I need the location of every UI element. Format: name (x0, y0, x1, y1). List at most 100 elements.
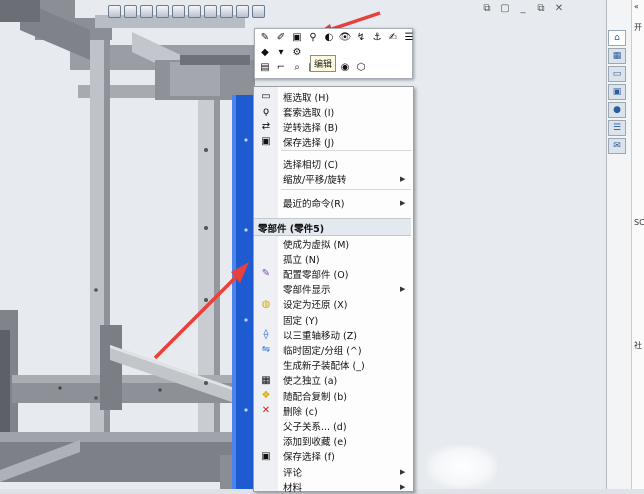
custom-properties-icon[interactable]: ☰ (608, 120, 626, 136)
side-label-community: 社 (634, 341, 642, 350)
menu-item[interactable]: ⇄ 逆转选择 (B) (254, 119, 411, 134)
menu-item[interactable]: 固定 (Y) (254, 312, 411, 327)
appearance-icon[interactable]: ◆ (258, 46, 272, 59)
minimize-button[interactable]: _ (518, 3, 528, 14)
section-view-icon[interactable] (156, 4, 169, 18)
view-palette-icon[interactable]: ▣ (608, 84, 626, 100)
appearances-icon[interactable]: ● (608, 102, 626, 118)
menu-separator (281, 189, 411, 190)
menu-item[interactable]: ▦ 使之独立 (a) (254, 373, 411, 388)
edit-component-icon[interactable]: ⚲ (306, 31, 320, 44)
assembly-icon[interactable]: ⚙ (290, 46, 304, 59)
menu-item[interactable]: ✎ 配置零部件 (O) (254, 266, 411, 281)
dissolve-icon: ▦ (261, 374, 271, 386)
tile-window-button[interactable]: ⧉ (482, 3, 492, 14)
menu-item[interactable]: 生成新子装配体 (_) (254, 358, 411, 373)
submenu-arrow-icon: ▶ (400, 198, 406, 207)
menu-item[interactable]: 最近的命令(R) ▶ (254, 195, 411, 210)
hide-show-icon[interactable] (204, 4, 217, 18)
menu-item[interactable]: 材料 ▶ (254, 479, 411, 494)
menu-item[interactable]: 零部件显示 ▶ (254, 282, 411, 297)
zoom-to-fit-icon[interactable] (108, 4, 121, 18)
menu-item[interactable]: ✕ 删除 (c) (254, 403, 411, 418)
sketch-icon[interactable]: ✐ (274, 31, 288, 44)
menu-item[interactable]: 父子关系... (d) (254, 418, 411, 433)
side-label-sc: SC (634, 218, 644, 227)
restore-button[interactable]: ⧉ (536, 3, 546, 14)
menu-item-label: 使之独立 (a) (283, 376, 338, 388)
menu-item[interactable]: ❖ 随配合复制 (b) (254, 388, 411, 403)
menu-section-header: 零部件 (零件5) (254, 218, 411, 236)
home-icon[interactable]: ⌂ (608, 30, 626, 46)
dropdown-icon[interactable]: ▾ (274, 46, 288, 59)
open-part-icon[interactable]: ▤ (258, 61, 272, 74)
attach-icon[interactable]: ⚓ (370, 31, 384, 44)
copy-mates-icon: ❖ (261, 390, 271, 401)
forum-icon[interactable]: ✉ (608, 138, 626, 154)
menu-item[interactable]: ⟠ 以三重轴移动 (Z) (254, 327, 411, 342)
task-pane-content: « 开 SC 社 (631, 0, 644, 489)
menu-item[interactable]: ◍ 设定为还原 (X) (254, 297, 411, 312)
menu-item[interactable]: 评论 ▶ (254, 464, 411, 479)
menu-item-label: 删除 (c) (283, 406, 318, 418)
edit-appearance-icon[interactable] (220, 4, 233, 18)
box-select-icon: ▭ (261, 91, 271, 102)
side-label-start: 开 (634, 23, 642, 32)
zoom-to-selection-icon[interactable]: ⌕ (290, 61, 304, 74)
menu-item[interactable]: ϙ 套索选取 (I) (254, 104, 411, 119)
menu-item[interactable]: 缩放/平移/旋转 ▶ (254, 171, 411, 186)
cube-icon[interactable]: ⬡ (354, 61, 368, 74)
menu-item-label: 使成为虚拟 (M) (283, 239, 350, 251)
menu-item-label: 材料 (283, 482, 303, 494)
previous-view-icon[interactable] (140, 4, 153, 18)
menu-item-label: 孤立 (N) (283, 254, 320, 266)
orbit-icon[interactable]: ◉ (338, 61, 352, 74)
menu-item-label: 框选取 (H) (283, 92, 330, 104)
note-icon[interactable]: ✍ (386, 31, 400, 44)
menu-item[interactable]: ▣ 保存选择 (f) (254, 449, 411, 464)
menu-item[interactable]: 孤立 (N) (254, 251, 411, 266)
tooltip: 编辑 (310, 55, 337, 72)
menu-item-label: 配置零部件 (O) (283, 269, 349, 281)
menu-item[interactable]: 添加到收藏 (e) (254, 434, 411, 449)
apply-scene-icon[interactable] (236, 4, 249, 18)
collapse-icon[interactable]: « (634, 2, 644, 14)
menu-item-label: 保存选择 (J) (283, 137, 335, 149)
menu-item[interactable]: 使成为虚拟 (M) (254, 236, 411, 251)
menu-item-label: 零部件显示 (283, 285, 331, 297)
properties-icon[interactable]: ☰ (402, 31, 416, 44)
menu-item-label: 随配合复制 (b) (283, 391, 347, 403)
context-menu: ▭ 框选取 (H) ϙ 套索选取 (I) ⇄ 逆转选择 (B) ▣ 保存选择 (J) 选择相切 … (253, 86, 414, 494)
edit-feature-icon[interactable]: ▣ (290, 31, 304, 44)
submenu-arrow-icon: ▶ (400, 467, 406, 476)
edit-part-icon[interactable]: ✎ (258, 31, 272, 44)
view-orientation-icon[interactable] (172, 4, 185, 18)
restore-window-button[interactable]: ▢ (500, 3, 510, 14)
file-explorer-icon[interactable]: ▭ (608, 66, 626, 82)
menu-item-label: 选择相切 (C) (283, 159, 339, 171)
menu-item-label: 以三重轴移动 (Z) (283, 330, 357, 342)
zoom-area-icon[interactable] (124, 4, 137, 18)
close-button[interactable]: ✕ (554, 3, 564, 14)
delete-icon: ✕ (261, 405, 271, 417)
visibility-icon[interactable]: 👁 (338, 31, 352, 44)
menu-item[interactable]: ▭ 框选取 (H) (254, 89, 411, 104)
menu-item[interactable]: 选择相切 (C) (254, 156, 411, 171)
invert-select-icon: ⇄ (261, 121, 271, 132)
menu-item-label: 保存选择 (f) (283, 452, 335, 464)
save-select-icon: ▣ (261, 136, 271, 147)
display-style-icon[interactable] (188, 4, 201, 18)
menu-section-title: 零部件 (零件5) (258, 224, 325, 235)
hide-icon[interactable]: ◐ (322, 31, 336, 44)
design-library-icon[interactable]: ▦ (608, 48, 626, 64)
menu-item-label: 最近的命令(R) (283, 198, 345, 210)
menu-item-label: 套索选取 (I) (283, 107, 335, 119)
menu-item[interactable]: ⇋ 临时固定/分组 (^) (254, 342, 411, 357)
rebuild-icon[interactable]: ↯ (354, 31, 368, 44)
menu-item-label: 固定 (Y) (283, 315, 319, 327)
menu-item-label: 生成新子装配体 (_) (283, 361, 365, 373)
smart-dimension-icon[interactable]: ⌐ (274, 61, 288, 74)
menu-item[interactable]: ▣ 保存选择 (J) (254, 134, 411, 149)
view-settings-icon[interactable] (252, 4, 265, 18)
menu-item-label: 逆转选择 (B) (283, 122, 338, 134)
